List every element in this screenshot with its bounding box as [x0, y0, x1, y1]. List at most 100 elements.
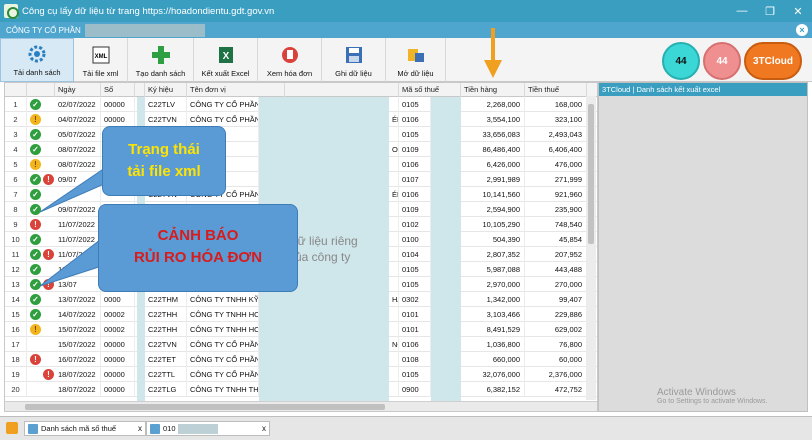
minimize-button[interactable]: — — [728, 5, 756, 17]
check-icon[interactable]: ✓ — [30, 99, 41, 110]
cell-date: 13/07/2022 — [55, 292, 101, 307]
col-tax[interactable]: Tiền thuế — [525, 83, 587, 97]
cell-thue: 443,488 — [525, 262, 587, 277]
cell-ten: CÔNG TY CỔ PHẦN T — [187, 367, 259, 382]
check-icon[interactable]: ✓ — [30, 129, 41, 140]
scroll-thumb[interactable] — [25, 404, 385, 410]
cell-thue: 271,999 — [525, 172, 587, 187]
cell-ten2 — [389, 247, 399, 262]
scroll-thumb[interactable] — [588, 104, 594, 244]
col-symbol[interactable]: Ký hiệu — [145, 83, 187, 97]
save-data-button[interactable]: Ghi dữ liệu — [322, 38, 386, 82]
cloud-badge[interactable]: 3TCloud — [744, 42, 802, 80]
warning-icon[interactable]: ! — [30, 324, 41, 335]
col-number[interactable]: Số — [101, 83, 135, 97]
cell-hang: 2,991,989 — [461, 172, 525, 187]
cell-date: 14/07/2022 — [55, 307, 101, 322]
view-invoice-button[interactable]: Xem hóa đơn — [258, 38, 322, 82]
count-badge-red[interactable]: 44 — [703, 42, 741, 80]
cell-kh: C22THM — [145, 292, 187, 307]
cell-ten2 — [389, 367, 399, 382]
cell-date: 18/07/2022 — [55, 382, 101, 397]
cell-mst: 0108 — [399, 352, 431, 367]
cell-ten2 — [389, 307, 399, 322]
cell-thue: 76,800 — [525, 337, 587, 352]
cell-date: 16/07/2022 — [55, 352, 101, 367]
callout-xml-status: Trạng thái tải file xml — [102, 126, 226, 196]
redacted-tab-name — [177, 424, 218, 435]
alert-icon[interactable]: ! — [43, 369, 54, 380]
svg-text:XML: XML — [94, 54, 107, 60]
check-icon[interactable]: ✓ — [30, 144, 41, 155]
tab-close-icon[interactable]: x — [262, 422, 266, 435]
cell-ten2 — [389, 97, 399, 112]
open-data-button[interactable]: Mở dữ liệu — [386, 38, 446, 82]
cell-mst: 0102 — [399, 217, 431, 232]
cell-ten2 — [389, 322, 399, 337]
vertical-scrollbar[interactable] — [586, 96, 596, 400]
cell-n: 3 — [5, 127, 27, 142]
cell-thue: 6,406,400 — [525, 142, 587, 157]
cell-kh: C22TVN — [145, 112, 187, 127]
cell-n: 20 — [5, 382, 27, 397]
cell-ten2 — [389, 352, 399, 367]
download-xml-button[interactable]: XML Tải file xml — [74, 38, 128, 82]
cell-n: 16 — [5, 322, 27, 337]
cell-kh: C22THH — [145, 307, 187, 322]
cell-n: 9 — [5, 217, 27, 232]
taskbar-tab-company[interactable]: 010 x — [146, 421, 270, 436]
close-circle-icon[interactable]: × — [796, 24, 808, 36]
col-amount[interactable]: Tiền hàng — [461, 83, 525, 97]
cell-kh: C22TTL — [145, 367, 187, 382]
cell-hang: 86,486,400 — [461, 142, 525, 157]
cell-mst: 0105 — [399, 97, 431, 112]
cell-mst: 0106 — [399, 187, 431, 202]
tab-close-icon[interactable]: x — [138, 422, 142, 435]
restore-button[interactable]: ❐ — [756, 5, 784, 18]
cell-n: 18 — [5, 352, 27, 367]
check-icon[interactable]: ✓ — [30, 294, 41, 305]
cell-hang: 8,491,529 — [461, 322, 525, 337]
cell-hang: 6,426,000 — [461, 157, 525, 172]
cell-so: 00000 — [101, 112, 135, 127]
cell-so: 00002 — [101, 307, 135, 322]
cell-kh: C22TET — [145, 352, 187, 367]
cell-hang: 10,105,290 — [461, 217, 525, 232]
alert-icon[interactable]: ! — [30, 354, 41, 365]
cell-so: 00000 — [101, 352, 135, 367]
col-company[interactable]: Tên đơn vị — [187, 83, 285, 97]
close-button[interactable]: ✕ — [784, 5, 812, 18]
check-icon[interactable]: ✓ — [30, 309, 41, 320]
app-start-icon[interactable] — [6, 422, 18, 434]
col-tax-id[interactable]: Mã số thuế — [399, 83, 461, 97]
cell-n: 2 — [5, 112, 27, 127]
cell-hang: 5,987,088 — [461, 262, 525, 277]
create-list-button[interactable]: Tạo danh sách — [128, 38, 194, 82]
cell-mst: 0900 — [399, 382, 431, 397]
cell-date: 15/07/2022 — [55, 337, 101, 352]
cell-ten: CÔNG TY CỔ PHẦN S — [187, 112, 259, 127]
alert-icon[interactable]: ! — [30, 219, 41, 230]
list-icon — [28, 424, 38, 434]
cell-n: 15 — [5, 307, 27, 322]
cell-hang: 1,342,000 — [461, 292, 525, 307]
cell-hang: 504,390 — [461, 232, 525, 247]
cell-date: 05/07/2022 — [55, 127, 101, 142]
cell-thue: 748,540 — [525, 217, 587, 232]
cell-mst: 0101 — [399, 322, 431, 337]
cell-so: 00002 — [101, 322, 135, 337]
warning-icon[interactable]: ! — [30, 114, 41, 125]
cell-thue: 476,000 — [525, 157, 587, 172]
cell-so: 00000 — [101, 337, 135, 352]
taskbar-tab-tax-list[interactable]: Danh sách mã số thuế x — [24, 421, 146, 436]
load-list-button[interactable]: Tải danh sách — [0, 38, 74, 82]
cell-ten2 — [389, 217, 399, 232]
cell-hang: 3,554,100 — [461, 112, 525, 127]
export-excel-button[interactable]: X Kết xuất Excel — [194, 38, 258, 82]
count-badge-cyan[interactable]: 44 — [662, 42, 700, 80]
cell-n: 12 — [5, 262, 27, 277]
cell-thue: 2,493,043 — [525, 127, 587, 142]
cell-ten2 — [389, 127, 399, 142]
col-date[interactable]: Ngày — [55, 83, 101, 97]
horizontal-scrollbar[interactable] — [5, 401, 597, 411]
